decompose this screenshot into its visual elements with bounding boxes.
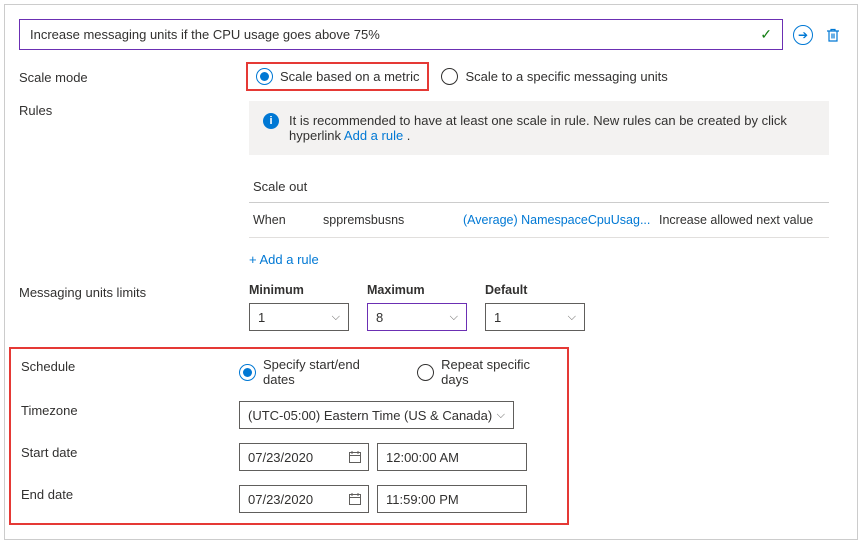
start-date-label: Start date — [21, 443, 239, 460]
autoscale-panel: Increase messaging units if the CPU usag… — [4, 4, 858, 540]
rule-namespace: sppremsbusns — [323, 213, 463, 227]
radio-specify-dates-label: Specify start/end dates — [263, 357, 395, 387]
end-date-label: End date — [21, 485, 239, 502]
schedule-row: Schedule Specify start/end dates Repeat … — [21, 357, 561, 387]
submit-arrow-button[interactable]: ➔ — [793, 25, 813, 45]
schedule-highlight-box: Schedule Specify start/end dates Repeat … — [9, 347, 569, 525]
start-time-input[interactable]: 12:00:00 AM — [377, 443, 527, 471]
timezone-select[interactable]: (UTC-05:00) Eastern Time (US & Canada) ⌵ — [239, 401, 514, 429]
scale-mode-label: Scale mode — [19, 68, 249, 85]
schedule-radios: Specify start/end dates Repeat specific … — [239, 357, 561, 387]
chevron-down-icon: ⌵ — [332, 311, 340, 324]
max-select[interactable]: 8 ⌵ — [367, 303, 467, 331]
def-label: Default — [485, 283, 585, 297]
trash-icon — [825, 27, 841, 43]
radio-repeat-days-label: Repeat specific days — [441, 357, 561, 387]
end-date-row: End date 07/23/2020 11:59:00 PM — [21, 485, 561, 513]
end-time-value: 11:59:00 PM — [386, 492, 459, 507]
scale-out-header: Scale out — [249, 175, 829, 203]
info-text-b: . — [403, 128, 410, 143]
min-select[interactable]: 1 ⌵ — [249, 303, 349, 331]
schedule-label: Schedule — [21, 357, 239, 374]
valid-check-icon: ✓ — [760, 26, 772, 43]
end-date-value: 07/23/2020 — [248, 492, 313, 507]
radio-scale-specific-label: Scale to a specific messaging units — [465, 69, 667, 84]
info-icon: i — [263, 113, 279, 129]
chevron-down-icon: ⌵ — [450, 311, 458, 324]
rule-action: Increase allowed next value — [653, 213, 829, 227]
calendar-icon — [348, 492, 362, 506]
chevron-down-icon: ⌵ — [568, 311, 576, 324]
limits-row: Messaging units limits Minimum 1 ⌵ Maxim… — [19, 283, 843, 331]
radio-scale-metric[interactable]: Scale based on a metric — [256, 68, 419, 85]
rules-info-box: i It is recommended to have at least one… — [249, 101, 829, 155]
default-select[interactable]: 1 ⌵ — [485, 303, 585, 331]
timezone-label: Timezone — [21, 401, 239, 418]
min-label: Minimum — [249, 283, 349, 297]
radio-repeat-days[interactable]: Repeat specific days — [417, 357, 561, 387]
limits-group: Minimum 1 ⌵ Maximum 8 ⌵ Default — [249, 283, 843, 331]
rule-name-input[interactable]: Increase messaging units if the CPU usag… — [19, 19, 783, 50]
rules-row: Rules i It is recommended to have at lea… — [19, 101, 843, 267]
scale-out-table: Scale out When sppremsbusns (Average) Na… — [249, 175, 829, 267]
start-date-picker[interactable]: 07/23/2020 — [239, 443, 369, 471]
scale-mode-radios: Scale based on a metric Scale to a speci… — [249, 68, 843, 85]
delete-button[interactable] — [823, 27, 843, 43]
max-label: Maximum — [367, 283, 467, 297]
def-value: 1 — [494, 310, 501, 325]
rule-metric-link[interactable]: (Average) NamespaceCpuUsag... — [463, 213, 653, 227]
highlight-scale-metric: Scale based on a metric — [246, 62, 429, 91]
min-value: 1 — [258, 310, 265, 325]
chevron-down-icon: ⌵ — [497, 409, 505, 422]
header-row: Increase messaging units if the CPU usag… — [19, 19, 843, 50]
end-date-picker[interactable]: 07/23/2020 — [239, 485, 369, 513]
calendar-icon — [348, 450, 362, 464]
timezone-value: (UTC-05:00) Eastern Time (US & Canada) — [248, 408, 492, 423]
start-time-value: 12:00:00 AM — [386, 450, 459, 465]
rule-when: When — [253, 213, 323, 227]
rule-name-text: Increase messaging units if the CPU usag… — [30, 27, 380, 42]
max-value: 8 — [376, 310, 383, 325]
radio-specify-dates[interactable]: Specify start/end dates — [239, 357, 395, 387]
timezone-row: Timezone (UTC-05:00) Eastern Time (US & … — [21, 401, 561, 429]
arrow-right-icon: ➔ — [798, 28, 808, 42]
start-date-row: Start date 07/23/2020 12:00:00 AM — [21, 443, 561, 471]
add-rule-link[interactable]: + Add a rule — [249, 252, 319, 267]
end-time-input[interactable]: 11:59:00 PM — [377, 485, 527, 513]
scale-out-rule-row[interactable]: When sppremsbusns (Average) NamespaceCpu… — [249, 203, 829, 238]
radio-scale-specific[interactable]: Scale to a specific messaging units — [441, 68, 667, 85]
limits-label: Messaging units limits — [19, 283, 249, 300]
info-add-rule-link[interactable]: Add a rule — [344, 128, 403, 143]
radio-scale-metric-label: Scale based on a metric — [280, 69, 419, 84]
start-date-value: 07/23/2020 — [248, 450, 313, 465]
rules-label: Rules — [19, 101, 249, 118]
scale-mode-row: Scale mode Scale based on a metric Scale… — [19, 68, 843, 85]
